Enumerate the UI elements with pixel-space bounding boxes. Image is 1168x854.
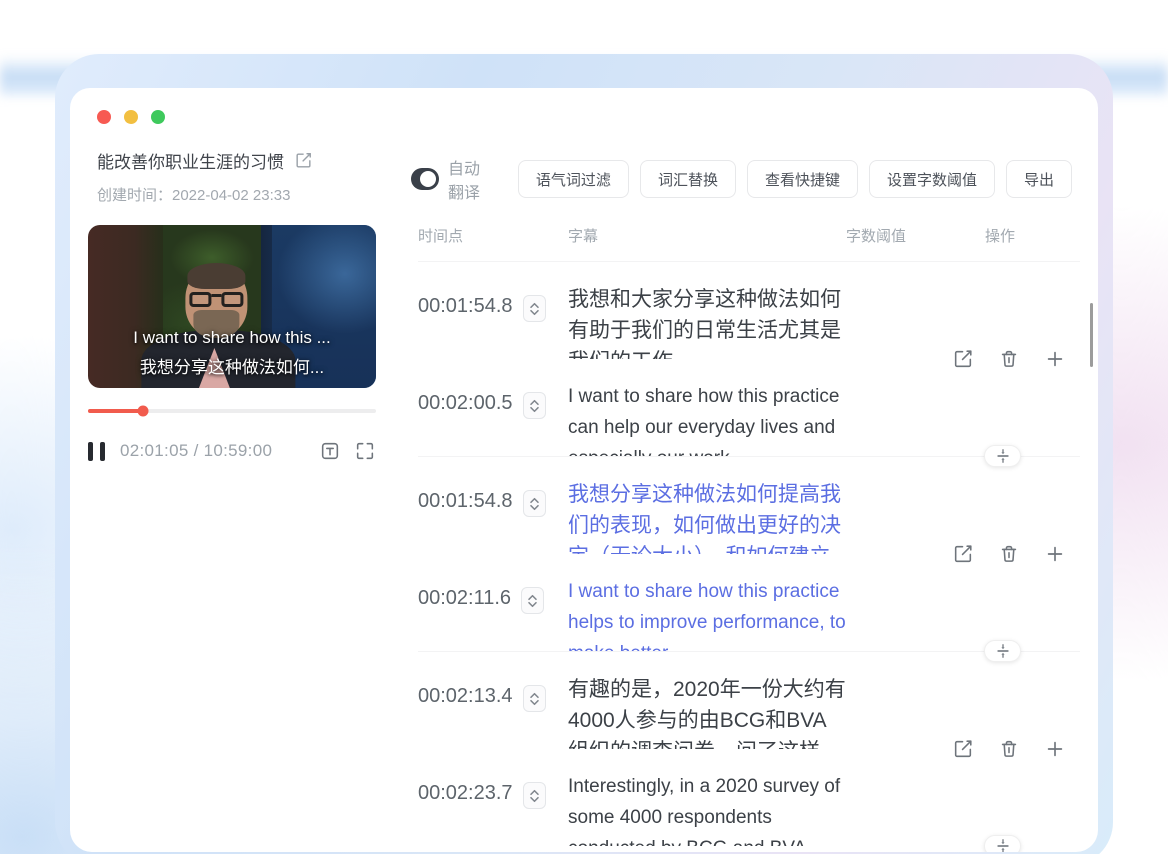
playback-time: 02:01:05 / 10:59:00 xyxy=(120,441,273,460)
delete-icon[interactable] xyxy=(998,348,1020,370)
video-subtitle-zh: 我想分享这种做法如何... xyxy=(139,358,325,377)
auto-translate-toggle[interactable] xyxy=(411,168,440,190)
subtitle-groups: 00:01:54.8 我想和大家分享这种做法如何有助于我们的日常生活尤其是我们的… xyxy=(418,262,1080,852)
pause-button[interactable] xyxy=(88,441,105,461)
edit-title-icon[interactable] xyxy=(294,151,313,170)
header-threshold: 字数阈值 xyxy=(846,228,907,245)
subtitle-text[interactable]: 我想和大家分享这种做法如何有助于我们的日常生活尤其是我们的工作 xyxy=(568,284,846,359)
add-icon[interactable] xyxy=(1044,738,1066,760)
app-window: 能改善你职业生涯的习惯 创建时间：2022-04-02 23:33 自动翻译 语… xyxy=(70,88,1098,852)
subtitle-group: 00:02:13.4 有趣的是，2020年一份大约有4000人参与的由BCG和B… xyxy=(418,652,1080,852)
subtitle-row: 00:02:23.7 Interestingly, in a 2020 surv… xyxy=(418,749,1080,846)
time-stepper[interactable] xyxy=(522,392,546,419)
time-stepper[interactable] xyxy=(522,685,546,712)
subtitle-group: 00:01:54.8 我想和大家分享这种做法如何有助于我们的日常生活尤其是我们的… xyxy=(418,262,1080,467)
threshold-cell xyxy=(846,771,985,846)
subtitle-group: 00:01:54.8 我想分享这种做法如何提高我们的表现，如何做出更好的决定（无… xyxy=(418,457,1080,662)
view-shortcuts-button[interactable]: 查看快捷键 xyxy=(746,160,858,198)
merge-rows-icon[interactable] xyxy=(984,640,1021,662)
created-time-label: 创建时间：2022-04-02 23:33 xyxy=(97,187,291,204)
video-preview[interactable]: I want to share how this ... 我想分享这种做法如何.… xyxy=(88,225,376,388)
traffic-lights xyxy=(97,110,1072,124)
subtitle-row: 00:01:54.8 我想和大家分享这种做法如何有助于我们的日常生活尤其是我们的… xyxy=(418,262,1080,359)
subtitle-row: 00:02:00.5 I want to share how this prac… xyxy=(418,359,1080,456)
time-stepper[interactable] xyxy=(522,295,546,322)
threshold-cell xyxy=(846,381,985,456)
edit-icon[interactable] xyxy=(952,348,974,370)
row-actions xyxy=(952,738,1066,760)
delete-icon[interactable] xyxy=(998,543,1020,565)
minimize-window-button[interactable] xyxy=(124,110,138,124)
video-panel: I want to share how this ... 我想分享这种做法如何.… xyxy=(88,225,376,846)
export-button[interactable]: 导出 xyxy=(1005,160,1072,198)
time-stepper[interactable] xyxy=(522,490,546,517)
page-title: 能改善你职业生涯的习惯 xyxy=(97,153,284,172)
word-replace-button[interactable]: 词汇替换 xyxy=(639,160,736,198)
edit-icon[interactable] xyxy=(952,738,974,760)
toolbar: 语气词过滤 词汇替换 查看快捷键 设置字数阈值 导出 xyxy=(517,160,1072,198)
timestamp: 00:02:11.6 xyxy=(418,587,512,609)
merge-rows-icon[interactable] xyxy=(984,445,1021,467)
edit-icon[interactable] xyxy=(952,543,974,565)
subtitle-text[interactable]: 我想分享这种做法如何提高我们的表现，如何做出更好的决定（无论大小），和如何建立 xyxy=(568,479,846,554)
header-actions: 操作 xyxy=(985,228,1016,245)
progress-bar[interactable] xyxy=(88,405,376,416)
timestamp: 00:02:00.5 xyxy=(418,392,513,414)
header-time: 时间点 xyxy=(418,228,464,245)
progress-fill xyxy=(88,408,143,413)
close-window-button[interactable] xyxy=(97,110,111,124)
subtitle-toggle-icon[interactable] xyxy=(319,440,341,462)
delete-icon[interactable] xyxy=(998,738,1020,760)
toggle-knob xyxy=(420,171,437,187)
subtitle-text[interactable]: I want to share how this practice can he… xyxy=(568,381,846,456)
add-icon[interactable] xyxy=(1044,348,1066,370)
subtitle-row: 00:01:54.8 我想分享这种做法如何提高我们的表现，如何做出更好的决定（无… xyxy=(418,457,1080,554)
auto-translate-label: 自动翻译 xyxy=(448,161,481,202)
timestamp: 00:02:13.4 xyxy=(418,685,513,707)
window-header: 能改善你职业生涯的习惯 创建时间：2022-04-02 23:33 自动翻译 语… xyxy=(70,88,1098,205)
add-icon[interactable] xyxy=(1044,543,1066,565)
subtitle-text[interactable]: I want to share how this practice helps … xyxy=(568,576,846,651)
row-actions xyxy=(952,348,1066,370)
zoom-window-button[interactable] xyxy=(151,110,165,124)
subtitle-row: 00:02:11.6 I want to share how this prac… xyxy=(418,554,1080,651)
subtitle-text[interactable]: 有趣的是，2020年一份大约有4000人参与的由BCG和BVA组织的调查问卷，问… xyxy=(568,674,846,749)
row-actions xyxy=(952,543,1066,565)
threshold-cell xyxy=(846,576,985,651)
set-word-threshold-button[interactable]: 设置字数阈值 xyxy=(868,160,995,198)
video-subtitle-en: I want to share how this ... xyxy=(133,328,331,347)
table-header: 时间点 字幕 字数阈值 操作 xyxy=(418,225,1080,262)
timestamp: 00:01:54.8 xyxy=(418,490,513,512)
header-subtitle: 字幕 xyxy=(568,228,599,245)
time-stepper[interactable] xyxy=(521,587,545,614)
filter-filler-words-button[interactable]: 语气词过滤 xyxy=(517,160,629,198)
merge-rows-icon[interactable] xyxy=(984,835,1021,852)
subtitle-table: 时间点 字幕 字数阈值 操作 00:01:54.8 我想和大家分享这种做法如何有… xyxy=(418,225,1098,852)
timestamp: 00:02:23.7 xyxy=(418,782,513,804)
subtitle-text[interactable]: Interestingly, in a 2020 survey of some … xyxy=(568,771,846,846)
table-scrollbar[interactable] xyxy=(1090,303,1093,367)
timestamp: 00:01:54.8 xyxy=(418,295,513,317)
fullscreen-icon[interactable] xyxy=(354,440,376,462)
time-stepper[interactable] xyxy=(522,782,546,809)
progress-handle[interactable] xyxy=(137,405,149,416)
subtitle-row: 00:02:13.4 有趣的是，2020年一份大约有4000人参与的由BCG和B… xyxy=(418,652,1080,749)
